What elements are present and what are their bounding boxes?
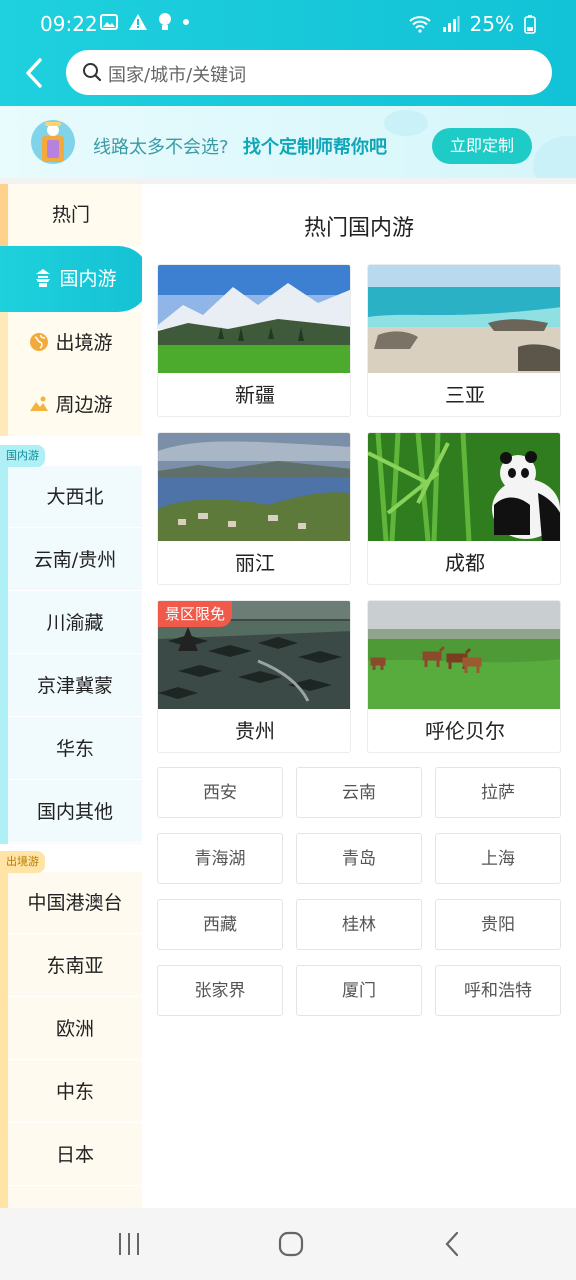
tropical-beach-image bbox=[368, 265, 560, 373]
destination-tag-xiamen[interactable]: 厦门 bbox=[296, 965, 422, 1016]
app-screen: 09:22 25% 国家/城市/关键词 线路太多不会选? 找个定制师帮你吧 立即… bbox=[0, 0, 576, 1280]
sidebar-item-northwest[interactable]: 大西北 bbox=[8, 466, 142, 528]
search-input[interactable]: 国家/城市/关键词 bbox=[66, 50, 552, 95]
search-icon bbox=[83, 63, 102, 82]
sidebar-item-sichuan-chongqing-tibet[interactable]: 川渝藏 bbox=[8, 592, 142, 654]
battery-icon bbox=[524, 15, 536, 34]
status-time: 09:22 bbox=[40, 12, 98, 36]
sidebar-item-europe[interactable]: 欧洲 bbox=[8, 998, 142, 1060]
destination-tag-guiyang[interactable]: 贵阳 bbox=[435, 899, 561, 950]
destination-card-guizhou[interactable]: 景区限免 贵州 bbox=[157, 600, 351, 753]
banner-highlight: 找个定制师帮你吧 bbox=[243, 137, 387, 158]
sidebar-item-middle-east[interactable]: 中东 bbox=[8, 1061, 142, 1123]
destination-card-hulunbuir[interactable]: 呼伦贝尔 bbox=[367, 600, 561, 753]
destination-card-sanya[interactable]: 三亚 bbox=[367, 264, 561, 417]
status-bar: 09:22 25% bbox=[0, 0, 576, 48]
sidebar-item-japan[interactable]: 日本 bbox=[8, 1124, 142, 1186]
sidebar-item-hk-macau-taiwan[interactable]: 中国港澳台 bbox=[8, 872, 142, 934]
card-label: 丽江 bbox=[235, 551, 275, 575]
section-label-domestic: 国内游 bbox=[0, 445, 45, 467]
globe-icon bbox=[30, 333, 49, 351]
card-label: 贵州 bbox=[235, 719, 275, 743]
custom-trip-banner[interactable]: 线路太多不会选? 找个定制师帮你吧 立即定制 bbox=[0, 106, 576, 178]
battery-text: 25% bbox=[469, 12, 514, 36]
destination-card-xinjiang[interactable]: 新疆 bbox=[157, 264, 351, 417]
banner-text: 线路太多不会选? bbox=[93, 137, 229, 158]
recent-apps-icon[interactable] bbox=[117, 1230, 141, 1258]
sidebar-item-east-china[interactable]: 华东 bbox=[8, 718, 142, 780]
lightbulb-icon bbox=[159, 13, 171, 30]
sidebar-item-nearby[interactable]: 周边游 bbox=[0, 374, 142, 436]
system-back-icon[interactable] bbox=[442, 1230, 462, 1258]
destination-tag-shanghai[interactable]: 上海 bbox=[435, 833, 561, 884]
signal-icon bbox=[442, 16, 460, 32]
back-arrow-icon[interactable] bbox=[20, 56, 50, 90]
system-nav-bar bbox=[0, 1208, 576, 1280]
pagoda-icon bbox=[36, 269, 51, 287]
sidebar-item-yunnan-guizhou[interactable]: 云南/贵州 bbox=[8, 529, 142, 591]
sidebar-item-jingjinji-mongolia[interactable]: 京津冀蒙 bbox=[8, 655, 142, 717]
category-sidebar: 热门 国内游 出境游 周边游 大西北 云南/贵州 川渝藏 京津冀蒙 华东 国内其… bbox=[0, 184, 150, 1208]
gallery-icon bbox=[100, 14, 118, 30]
card-label: 成都 bbox=[445, 551, 485, 575]
search-placeholder: 国家/城市/关键词 bbox=[108, 65, 247, 86]
destination-card-chengdu[interactable]: 成都 bbox=[367, 432, 561, 585]
home-icon[interactable] bbox=[277, 1230, 305, 1258]
sidebar-item-label: 国内游 bbox=[59, 268, 117, 290]
destination-tag-zhangjiajie[interactable]: 张家界 bbox=[157, 965, 283, 1016]
sidebar-item-southeast-asia[interactable]: 东南亚 bbox=[8, 935, 142, 997]
wifi-icon bbox=[408, 16, 431, 33]
header: 09:22 25% 国家/城市/关键词 bbox=[0, 0, 576, 106]
sidebar-item-domestic[interactable]: 国内游 bbox=[0, 246, 150, 312]
snowy-mountains-image bbox=[158, 265, 350, 373]
sidebar-item-label: 周边游 bbox=[55, 394, 113, 416]
destination-tag-yunnan[interactable]: 云南 bbox=[296, 767, 422, 818]
sidebar-item-domestic-other[interactable]: 国内其他 bbox=[8, 781, 142, 843]
destination-tag-qinghai-lake[interactable]: 青海湖 bbox=[157, 833, 283, 884]
sidebar-item-label: 热门 bbox=[51, 204, 90, 226]
card-label: 呼伦贝尔 bbox=[425, 719, 505, 743]
mountain-icon bbox=[30, 396, 49, 411]
free-admission-badge: 景区限免 bbox=[158, 601, 233, 627]
destination-tag-guilin[interactable]: 桂林 bbox=[296, 899, 422, 950]
page-title: 热门国内游 bbox=[303, 216, 414, 241]
lake-town-image bbox=[158, 433, 350, 541]
customize-now-button[interactable]: 立即定制 bbox=[432, 128, 532, 164]
destination-tag-qingdao[interactable]: 青岛 bbox=[296, 833, 422, 884]
sidebar-item-hot[interactable]: 热门 bbox=[0, 184, 142, 246]
domestic-group: 大西北 云南/贵州 川渝藏 京津冀蒙 华东 国内其他 bbox=[0, 466, 142, 844]
section-label-outbound: 出境游 bbox=[0, 851, 45, 873]
sidebar-item-label: 出境游 bbox=[55, 332, 113, 354]
outbound-group: 中国港澳台 东南亚 欧洲 中东 日本 bbox=[0, 872, 142, 1208]
travel-consultant-icon bbox=[31, 120, 75, 164]
destination-card-lijiang[interactable]: 丽江 bbox=[157, 432, 351, 585]
destination-tag-lhasa[interactable]: 拉萨 bbox=[435, 767, 561, 818]
grassland-horses-image bbox=[368, 601, 560, 709]
sidebar-item-outbound[interactable]: 出境游 bbox=[0, 312, 142, 374]
destination-tag-xian[interactable]: 西安 bbox=[157, 767, 283, 818]
content-panel: 热门国内游 新疆 三亚 丽江 成都 景区限免 贵州 呼伦贝尔 西安 云南 拉萨 … bbox=[142, 184, 576, 1208]
dot-icon bbox=[183, 19, 189, 25]
destination-tag-tibet[interactable]: 西藏 bbox=[157, 899, 283, 950]
warning-icon bbox=[129, 14, 147, 30]
giant-panda-image bbox=[368, 433, 560, 541]
card-label: 新疆 bbox=[235, 383, 275, 407]
destination-tag-hohhot[interactable]: 呼和浩特 bbox=[435, 965, 561, 1016]
card-label: 三亚 bbox=[445, 383, 485, 407]
